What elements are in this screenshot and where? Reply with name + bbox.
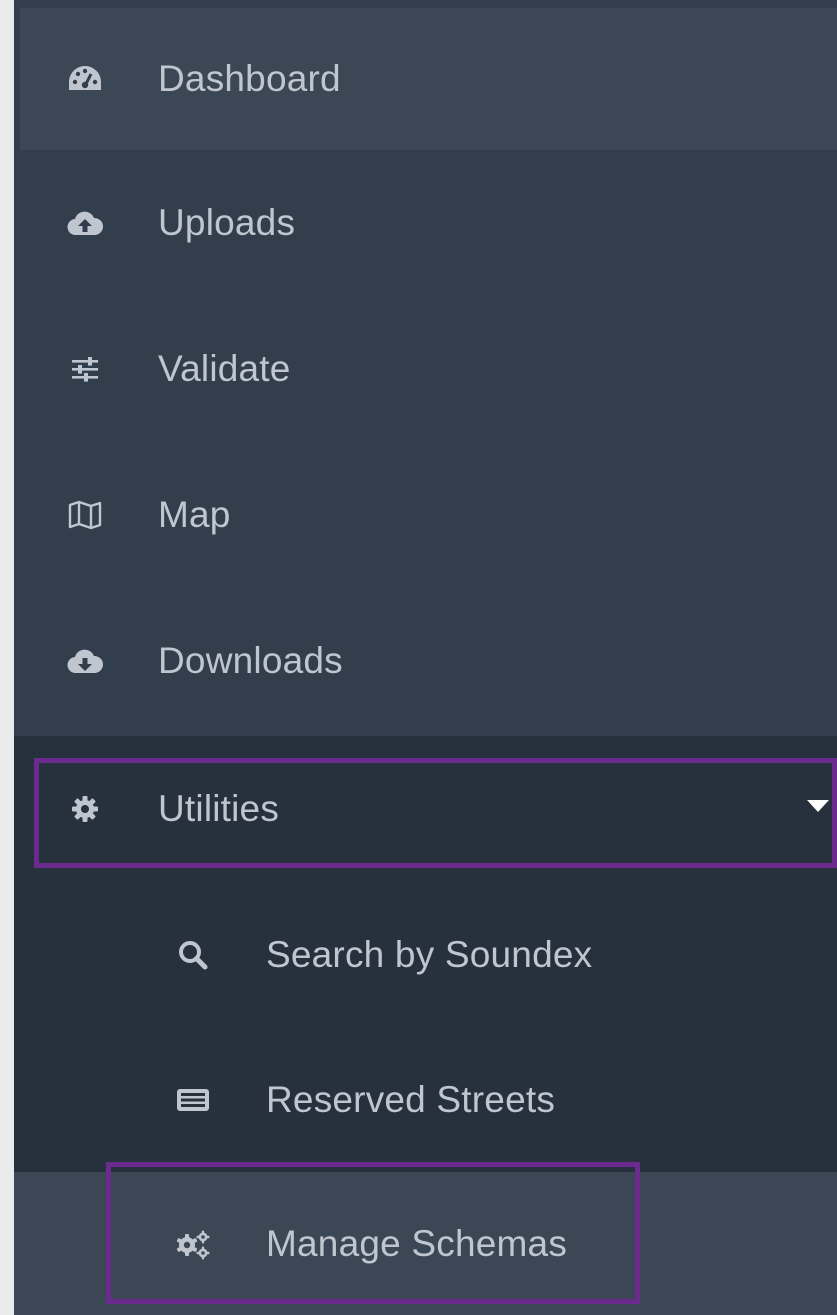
sidebar-item-label: Dashboard	[158, 58, 341, 99]
sidebar-subitem-search-by-soundex[interactable]: Search by Soundex	[14, 882, 837, 1028]
sidebar-item-label: Search by Soundex	[266, 934, 593, 975]
sidebar-item-downloads[interactable]: Downloads	[14, 588, 837, 734]
cloud-upload-icon	[66, 204, 104, 242]
sidebar-item-label: Uploads	[158, 202, 296, 243]
sidebar-item-label: Validate	[158, 348, 291, 389]
sidebar-item-label: Map	[158, 494, 231, 535]
sidebar-item-label: Reserved Streets	[266, 1079, 556, 1120]
gears-icon	[174, 1225, 212, 1263]
sidebar-item-utilities[interactable]: Utilities	[14, 736, 837, 882]
sidebar-item-label: Downloads	[158, 640, 343, 681]
dashboard-icon	[66, 60, 104, 98]
map-icon	[66, 496, 104, 534]
sidebar-item-map[interactable]: Map	[14, 442, 837, 588]
sidebar-item-validate[interactable]: Validate	[14, 296, 837, 442]
sidebar-item-dashboard[interactable]: Dashboard	[20, 8, 837, 150]
gear-icon	[66, 790, 104, 828]
list-icon	[174, 1081, 212, 1119]
sidebar-nav: Dashboard Uploads Validate Map Downloads…	[14, 0, 837, 1315]
sidebar-item-label: Utilities	[158, 788, 280, 829]
sidebar-item-uploads[interactable]: Uploads	[14, 150, 837, 296]
chevron-down-icon	[807, 800, 829, 812]
sliders-icon	[66, 350, 104, 388]
cloud-download-icon	[66, 642, 104, 680]
sidebar-subitem-reserved-streets[interactable]: Reserved Streets	[14, 1028, 837, 1172]
search-icon	[174, 936, 212, 974]
sidebar-item-label: Manage Schemas	[266, 1222, 568, 1264]
sidebar-subitem-manage-schemas[interactable]: Manage Schemas	[14, 1172, 837, 1315]
